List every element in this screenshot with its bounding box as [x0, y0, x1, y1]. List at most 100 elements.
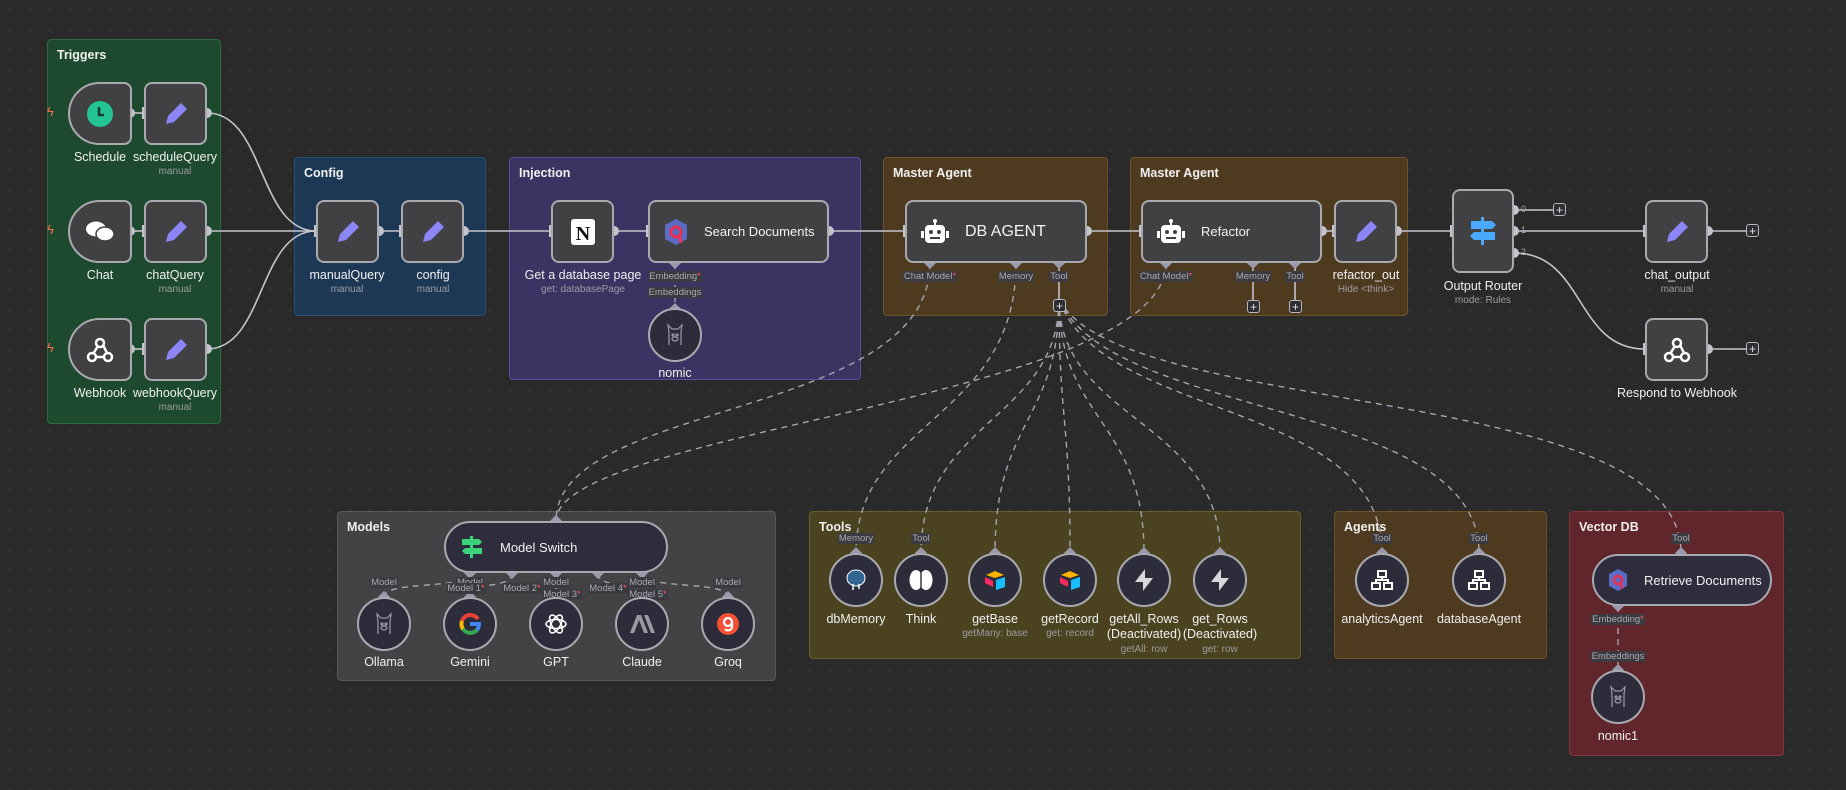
node-sublabel: mode: Rules [1454, 295, 1512, 306]
qdrant-icon [665, 218, 687, 245]
node-nomic1[interactable] [1591, 670, 1645, 724]
node-label: chatQuery [146, 268, 204, 282]
postgres-icon [846, 569, 866, 590]
add-node-button[interactable]: + [1746, 342, 1759, 355]
signpost-icon [462, 536, 482, 558]
output-index: 0 [1521, 204, 1527, 214]
notion-icon: N [570, 218, 595, 245]
groq-icon [717, 613, 739, 635]
node-nomic[interactable] [648, 308, 702, 362]
node-sublabel: manual [158, 402, 192, 413]
add-output-button[interactable]: + [1553, 203, 1566, 216]
clock-icon [87, 100, 113, 127]
dash-tool-getbase [994, 298, 1060, 554]
pencil-icon [337, 220, 359, 242]
node-webhookQuery[interactable] [144, 318, 207, 381]
handle-label: Memory [837, 533, 875, 544]
node-title: Search Documents [704, 224, 815, 239]
node-chatQuery[interactable] [144, 200, 207, 263]
node-webhook[interactable] [68, 318, 132, 381]
add-memory-button[interactable]: + [1247, 300, 1260, 313]
handle-label: Embedding* [648, 271, 702, 282]
node-sublabel: manual [158, 166, 192, 177]
brain-icon [909, 570, 933, 590]
add-tool-button[interactable]: + [1053, 299, 1066, 312]
handle-label: Model 1* [446, 583, 486, 594]
handle-label: Tool [1049, 271, 1069, 282]
handle-label: Model 4* [588, 583, 628, 594]
node-label: Get a database page [524, 268, 642, 282]
node-ollama[interactable] [357, 597, 411, 651]
node-analytics-agent[interactable] [1355, 553, 1409, 607]
add-node-button[interactable]: + [1746, 224, 1759, 237]
pencil-icon [165, 102, 187, 124]
node-sublabel: get: databasePage [541, 284, 625, 295]
handle-label: Model [628, 577, 656, 588]
sitemap-icon [1468, 570, 1490, 590]
handle-label: Model 2* [502, 583, 542, 594]
handle-label: Embedding* [1591, 614, 1645, 625]
node-search-documents[interactable]: Search Documents [648, 200, 829, 263]
node-groq[interactable] [701, 597, 755, 651]
node-config[interactable] [401, 200, 464, 263]
handle-label: Model [542, 577, 570, 588]
qdrant-icon [1609, 569, 1627, 591]
node-retrieve-documents[interactable]: Retrieve Documents [1592, 554, 1772, 606]
google-icon [459, 613, 481, 635]
anthropic-icon [630, 615, 655, 633]
node-db-agent[interactable]: DB AGENT [905, 200, 1087, 263]
node-label: nomic [658, 366, 692, 380]
node-refactor[interactable]: Refactor [1141, 200, 1322, 263]
dash-tool-think [920, 298, 1060, 554]
node-chat-output[interactable] [1645, 200, 1708, 263]
node-title: Refactor [1201, 224, 1251, 239]
output-index: 1 [1521, 225, 1527, 235]
dash-tool-analytics [1058, 298, 1383, 554]
node-gpt[interactable] [529, 597, 583, 651]
trigger-bolt-icon: ϟ [47, 104, 54, 119]
node-sublabel: manual [1660, 284, 1694, 295]
node-gemini[interactable] [443, 597, 497, 651]
node-respond-to-webhook[interactable] [1645, 318, 1708, 381]
dash-tool-database [1058, 298, 1480, 554]
chat-bubbles-icon [86, 221, 115, 242]
add-tool-button[interactable]: + [1289, 300, 1302, 313]
node-label: scheduleQuery [132, 150, 218, 164]
output-index: 2 [1521, 247, 1527, 257]
supabase-icon [1211, 569, 1229, 591]
node-database-agent[interactable] [1452, 553, 1506, 607]
node-sublabel: get: row [1202, 644, 1238, 655]
node-manualQuery[interactable] [316, 200, 379, 263]
webhook-icon [86, 337, 114, 362]
robot-icon [921, 218, 949, 243]
node-label: webhookQuery [132, 386, 218, 400]
node-getbase[interactable] [968, 553, 1022, 607]
node-label: Output Router [1443, 279, 1523, 293]
node-getrecord[interactable] [1043, 553, 1097, 607]
ollama-icon [667, 323, 683, 345]
pencil-icon [422, 220, 444, 242]
node-title: Retrieve Documents [1644, 572, 1762, 588]
node-getall-rows[interactable] [1117, 553, 1171, 607]
node-refactor-out[interactable] [1334, 200, 1397, 263]
pencil-icon [1355, 220, 1377, 242]
webhook-icon [1663, 337, 1690, 362]
node-chat[interactable] [68, 200, 132, 263]
node-output-router[interactable] [1452, 189, 1514, 273]
robot-icon [1157, 218, 1185, 243]
handle-label: Chat Model* [902, 271, 958, 282]
node-scheduleQuery[interactable] [144, 82, 207, 145]
handle-label: Embeddings [647, 287, 703, 298]
node-claude[interactable] [615, 597, 669, 651]
airtable-icon [1060, 571, 1080, 590]
node-dbmemory[interactable] [829, 553, 883, 607]
node-think[interactable] [894, 553, 948, 607]
node-schedule[interactable] [68, 82, 132, 145]
node-notion[interactable]: N [551, 200, 614, 263]
node-label: nomic1 [1597, 729, 1639, 743]
node-sublabel: manual [416, 284, 450, 295]
node-model-switch[interactable]: Model Switch [444, 521, 668, 573]
node-label: Groq [714, 655, 742, 669]
node-get-rows[interactable] [1193, 553, 1247, 607]
ollama-icon [376, 612, 392, 634]
